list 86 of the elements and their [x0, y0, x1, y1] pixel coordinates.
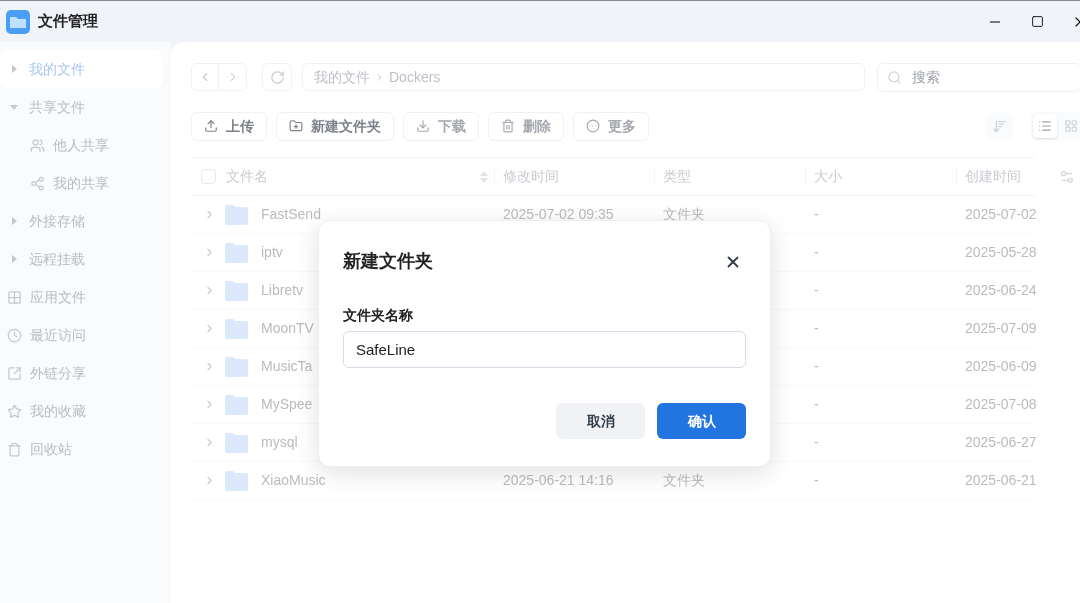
table-cell: 2025-07-02 — [965, 206, 1037, 222]
sidebar-item[interactable]: 我的共享 — [0, 164, 163, 202]
sidebar-item[interactable]: 最近访问 — [0, 316, 163, 354]
app-logo-icon — [6, 9, 30, 34]
file-name: MusicTa — [261, 357, 313, 376]
table-cell: - — [814, 206, 819, 222]
file-name: XiaoMusic — [261, 471, 326, 490]
folder-icon — [224, 241, 249, 264]
file-name: MoonTV — [261, 319, 314, 338]
file-name: MySpee — [261, 395, 313, 414]
sidebar-item[interactable]: 我的文件 — [0, 50, 163, 88]
caret-right-icon — [10, 217, 18, 225]
sort-icon — [480, 169, 488, 184]
refresh-button[interactable] — [262, 63, 292, 91]
folder-name-field[interactable]: SafeLine — [343, 331, 746, 368]
list-view-button[interactable] — [1033, 114, 1057, 138]
table-cell: - — [814, 244, 819, 260]
column-settings-icon[interactable] — [1059, 169, 1075, 185]
folder-icon — [224, 317, 249, 340]
table-cell: - — [814, 434, 819, 450]
file-name: Libretv — [261, 281, 304, 300]
file-name: mysql — [261, 433, 298, 452]
caret-down-icon — [10, 103, 18, 111]
breadcrumb-item[interactable]: 我的文件 — [314, 66, 370, 88]
more-icon — [586, 119, 600, 133]
toolbar-button[interactable]: 上传 — [191, 111, 267, 141]
maximize-icon[interactable] — [1031, 15, 1044, 28]
sidebar-item[interactable]: 我的收藏 — [0, 392, 163, 430]
table-cell: 2025-06-09 — [965, 358, 1037, 374]
table-cell: 2025-06-21 — [965, 472, 1037, 488]
select-all-checkbox[interactable] — [201, 169, 216, 184]
sidebar-item[interactable]: 应用文件 — [0, 278, 163, 316]
search-icon — [887, 69, 902, 85]
sidebar-item[interactable]: 外接存储 — [0, 202, 163, 240]
table-cell: - — [814, 472, 819, 488]
trash-icon — [7, 441, 22, 457]
table-cell: - — [814, 282, 819, 298]
breadcrumb-item[interactable]: Dockers — [389, 66, 441, 88]
table-cell: 2025-07-09 — [965, 320, 1037, 336]
caret-right-icon — [10, 65, 18, 73]
sort-button[interactable] — [986, 112, 1013, 140]
table-cell: - — [814, 320, 819, 336]
table-cell: 2025-06-21 14:16 — [503, 472, 614, 488]
folder-icon — [224, 431, 249, 454]
toolbar-button[interactable]: 新建文件夹 — [276, 111, 394, 141]
users-icon — [30, 137, 45, 153]
table-cell: 2025-05-28 — [965, 244, 1037, 260]
caret-right-icon — [10, 255, 18, 263]
path-bar[interactable]: 我的文件 Dockers — [302, 63, 865, 91]
download-icon — [416, 119, 430, 133]
file-name: iptv — [261, 243, 283, 262]
folder-icon — [224, 469, 249, 492]
table-cell: 2025-06-24 — [965, 282, 1037, 298]
grid-icon — [1064, 119, 1078, 133]
share-icon — [30, 175, 45, 191]
confirm-button[interactable]: 确认 — [657, 403, 746, 439]
sort-icon — [992, 118, 1007, 134]
trash-icon — [501, 119, 515, 133]
table-cell: 2025-07-08 — [965, 396, 1037, 412]
table-cell: 2025-07-02 09:35 — [503, 206, 614, 222]
sidebar-item[interactable]: 远程挂载 — [0, 240, 163, 278]
folder-icon — [224, 279, 249, 302]
folder-icon — [224, 393, 249, 416]
sidebar-item[interactable]: 共享文件 — [0, 88, 163, 126]
sidebar-item[interactable]: 他人共享 — [0, 126, 163, 164]
table-cell: - — [814, 358, 819, 374]
grid-icon — [7, 289, 22, 305]
sidebar-item[interactable]: 外链分享 — [0, 354, 163, 392]
table-cell: - — [814, 396, 819, 412]
window-title: 文件管理 — [38, 11, 98, 32]
dialog-title: 新建文件夹 — [343, 250, 433, 273]
cancel-button[interactable]: 取消 — [556, 403, 645, 439]
folder-icon — [224, 355, 249, 378]
star-icon — [7, 403, 22, 419]
folder-plus-icon — [289, 119, 303, 133]
folder-icon — [224, 203, 249, 226]
list-icon — [1038, 119, 1052, 133]
search-field[interactable]: 搜索 — [877, 62, 1080, 92]
clock-icon — [7, 327, 22, 343]
refresh-icon — [269, 69, 285, 85]
table-cell: 文件夹 — [663, 472, 705, 488]
share-icon — [7, 365, 22, 381]
file-name: FastSend — [261, 205, 321, 224]
upload-icon — [204, 119, 218, 133]
field-label: 文件夹名称 — [343, 306, 414, 325]
table-cell: 2025-06-27 — [965, 434, 1037, 450]
